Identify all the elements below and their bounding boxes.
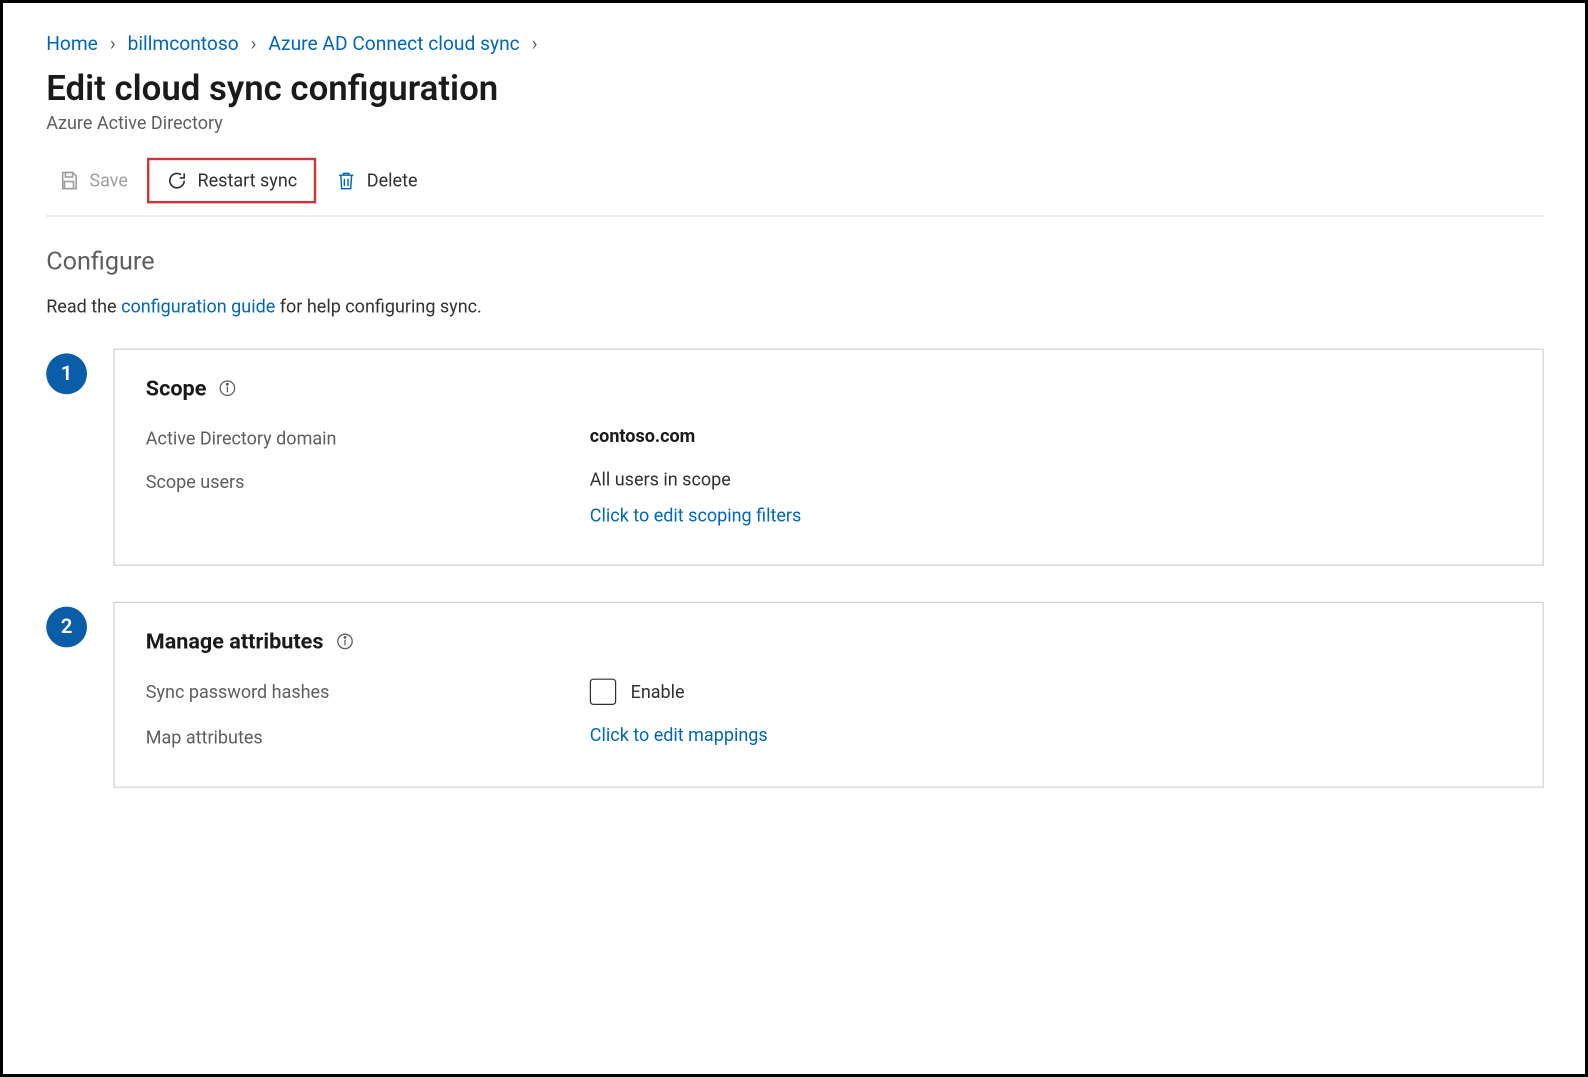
scope-users-label: Scope users xyxy=(146,469,590,527)
restart-sync-button-label: Restart sync xyxy=(198,170,298,192)
save-button[interactable]: Save xyxy=(46,163,140,199)
save-icon xyxy=(58,170,80,192)
page-title: Edit cloud sync configuration xyxy=(46,69,1544,110)
scope-card-title: Scope xyxy=(146,376,207,401)
intro-text: Read the configuration guide for help co… xyxy=(46,296,1544,318)
section-heading: Configure xyxy=(46,248,1544,277)
manage-attributes-card-title: Manage attributes xyxy=(146,629,324,654)
restart-sync-highlight: Restart sync xyxy=(147,158,316,204)
edit-mappings-link[interactable]: Click to edit mappings xyxy=(590,724,768,746)
map-attributes-label: Map attributes xyxy=(146,724,590,748)
info-icon[interactable] xyxy=(218,378,240,400)
enable-checkbox-label: Enable xyxy=(631,681,685,703)
step-number-2: 2 xyxy=(46,607,87,648)
chevron-right-icon: › xyxy=(110,32,116,55)
toolbar: Save Restart sync D xyxy=(46,155,1544,216)
chevron-right-icon: › xyxy=(532,32,538,55)
delete-button-label: Delete xyxy=(367,170,418,192)
intro-before: Read the xyxy=(46,296,121,318)
edit-scoping-filters-link[interactable]: Click to edit scoping filters xyxy=(590,505,802,527)
intro-after: for help configuring sync. xyxy=(280,296,482,318)
breadcrumb-item-service[interactable]: Azure AD Connect cloud sync xyxy=(268,32,519,55)
step-number-1: 1 xyxy=(46,353,87,394)
domain-label: Active Directory domain xyxy=(146,425,590,449)
save-button-label: Save xyxy=(89,170,128,192)
info-icon[interactable] xyxy=(335,631,357,653)
restart-sync-button[interactable]: Restart sync xyxy=(154,163,309,199)
chevron-right-icon: › xyxy=(251,32,257,55)
enable-checkbox[interactable] xyxy=(590,679,616,705)
breadcrumb: Home › billmcontoso › Azure AD Connect c… xyxy=(46,32,1544,55)
scope-card: Scope Active Directory domain contoso.co… xyxy=(113,349,1543,566)
manage-attributes-card: Manage attributes Sync password hashes E… xyxy=(113,602,1543,788)
page-subtitle: Azure Active Directory xyxy=(46,112,1544,134)
steps-list: 1 Scope Active Directory domain contoso.… xyxy=(46,349,1544,788)
step-scope: 1 Scope Active Directory domain contoso.… xyxy=(46,349,1544,566)
breadcrumb-item-home[interactable]: Home xyxy=(46,32,98,55)
sync-password-hashes-label: Sync password hashes xyxy=(146,679,590,705)
delete-button[interactable]: Delete xyxy=(324,163,430,199)
scope-users-value: All users in scope xyxy=(590,469,802,491)
restart-icon xyxy=(166,170,188,192)
domain-value: contoso.com xyxy=(590,425,695,449)
step-manage-attributes: 2 Manage attributes Sync password hashes xyxy=(46,602,1544,788)
breadcrumb-item-tenant[interactable]: billmcontoso xyxy=(128,32,239,55)
trash-icon xyxy=(336,170,358,192)
configuration-guide-link[interactable]: configuration guide xyxy=(121,296,275,318)
